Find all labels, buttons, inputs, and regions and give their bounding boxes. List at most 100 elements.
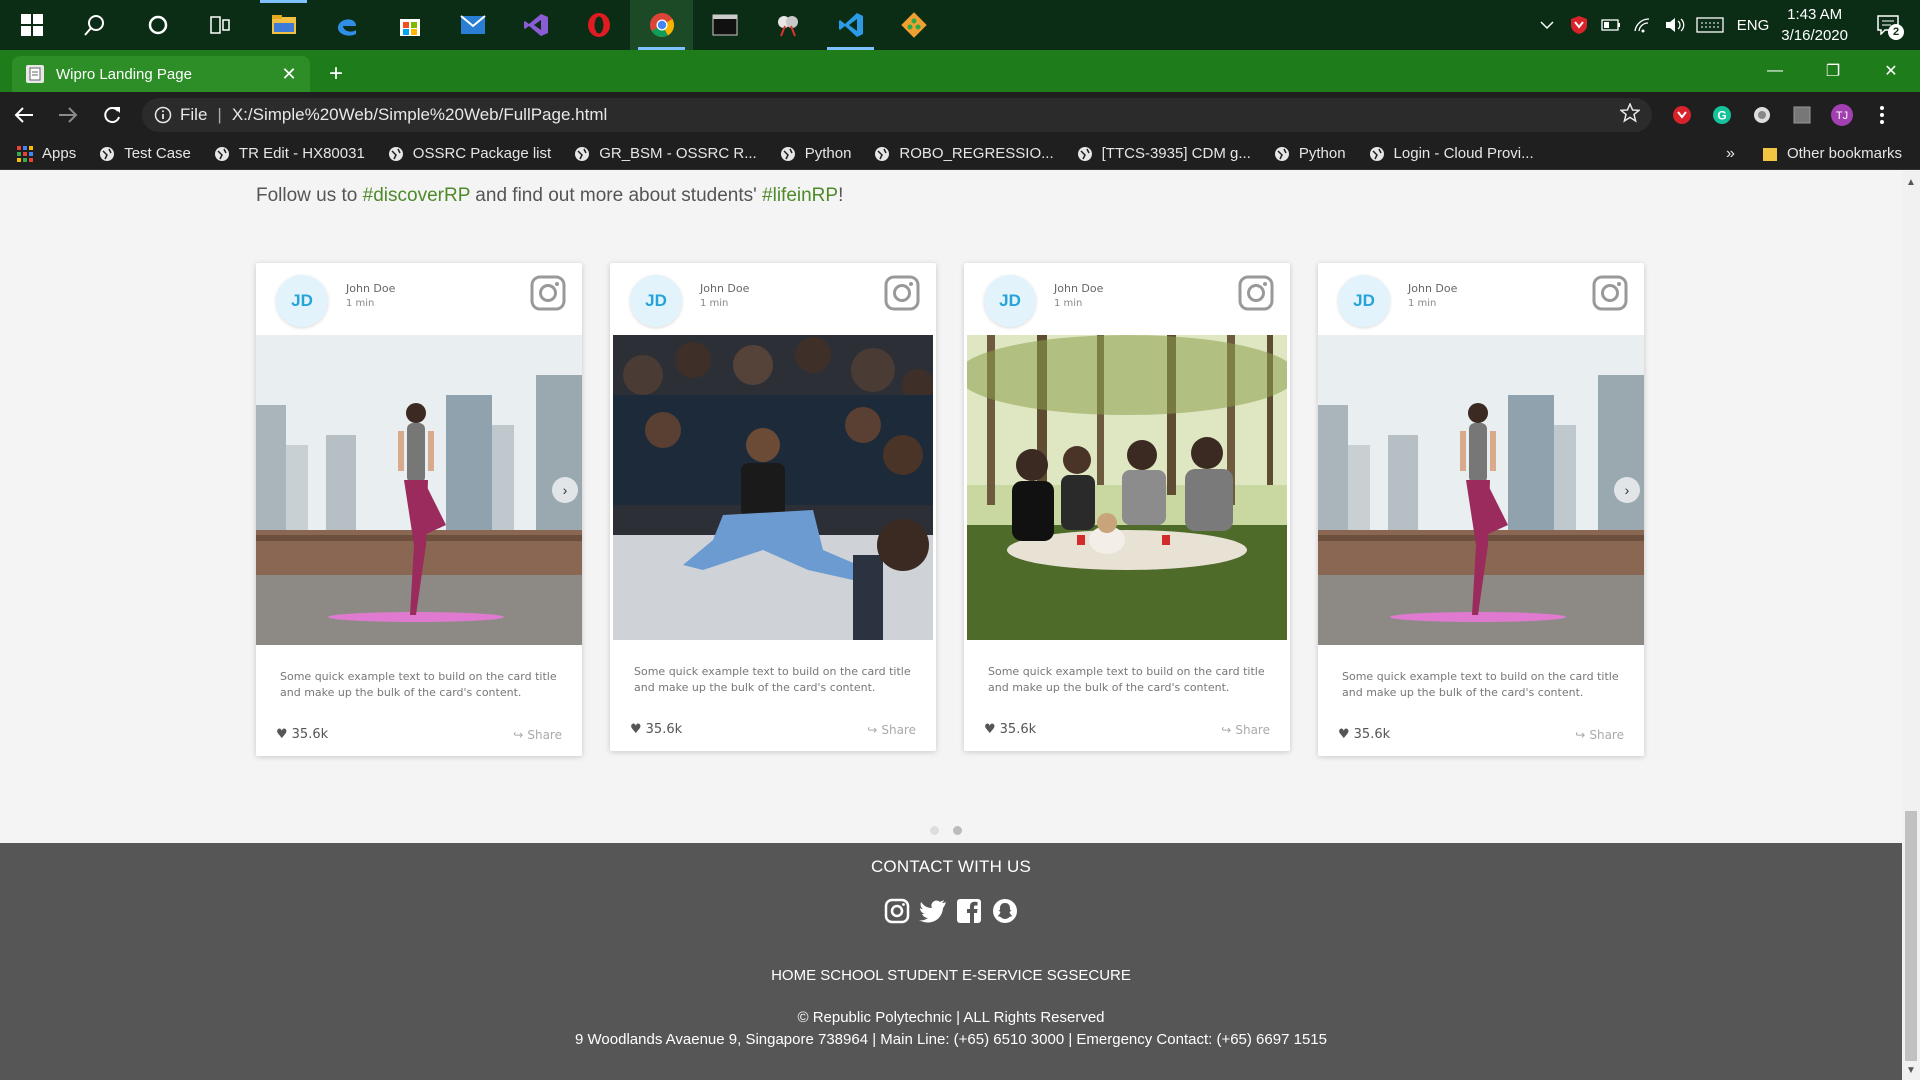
snipping-tool-icon[interactable] xyxy=(756,0,819,50)
bookmark-item[interactable]: Test Case xyxy=(98,145,191,163)
chevron-right-icon[interactable]: › xyxy=(552,477,578,503)
language-indicator[interactable]: ENG xyxy=(1737,17,1770,34)
instagram-icon[interactable] xyxy=(883,897,911,925)
scrollbar-thumb[interactable] xyxy=(1905,811,1917,1061)
reload-icon[interactable] xyxy=(92,95,132,135)
bookmark-item[interactable]: GR_BSM - OSSRC R... xyxy=(573,145,757,163)
scroll-down-arrow-icon[interactable]: ▼ xyxy=(1906,1065,1916,1076)
instagram-icon[interactable] xyxy=(1238,275,1274,316)
avatar[interactable]: JD xyxy=(630,275,682,327)
share-button[interactable]: ↪ Share xyxy=(1575,728,1624,742)
task-view-icon[interactable] xyxy=(189,0,252,50)
follow-prefix: Follow us to xyxy=(256,185,363,206)
close-tab-icon[interactable]: ✕ xyxy=(278,63,300,85)
windows-start-icon[interactable] xyxy=(0,0,63,50)
bookmark-item[interactable]: Python xyxy=(1273,145,1346,163)
forward-arrow-icon[interactable] xyxy=(48,95,88,135)
likes-count[interactable]: ♥ 35.6k xyxy=(984,722,1036,737)
store-icon[interactable] xyxy=(378,0,441,50)
address-bar[interactable]: File | X:/Simple%20Web/Simple%20Web/Full… xyxy=(142,98,1652,132)
bookmark-apps[interactable]: Apps xyxy=(16,145,76,163)
info-icon[interactable] xyxy=(154,106,172,124)
bookmark-item[interactable]: Login - Cloud Provi... xyxy=(1368,145,1534,163)
chevron-up-icon[interactable] xyxy=(1534,0,1560,50)
facebook-icon[interactable] xyxy=(955,897,983,925)
restore-icon[interactable]: ❐ xyxy=(1804,50,1862,92)
likes-value: 35.6k xyxy=(1353,727,1391,742)
other-bookmarks-folder[interactable]: Other bookmarks xyxy=(1761,145,1902,163)
instagram-icon[interactable] xyxy=(884,275,920,316)
likes-count[interactable]: ♥ 35.6k xyxy=(630,722,682,737)
mcafee-shield-icon[interactable] xyxy=(1566,0,1592,50)
chrome-icon[interactable] xyxy=(630,0,693,50)
notification-center-icon[interactable]: 2 xyxy=(1868,0,1908,50)
page-scrollbar[interactable]: ▲ ▼ xyxy=(1902,171,1920,1080)
close-window-icon[interactable]: ✕ xyxy=(1862,50,1920,92)
new-tab-button[interactable]: + xyxy=(318,56,354,92)
footer-title: CONTACT WITH US xyxy=(870,857,1032,876)
instagram-post-card: JD John Doe 1 min xyxy=(964,263,1290,751)
instagram-icon[interactable] xyxy=(1592,275,1628,316)
wifi-icon[interactable] xyxy=(1630,0,1656,50)
post-image-yoga[interactable]: › xyxy=(256,335,582,645)
mcafee-extension-icon[interactable] xyxy=(1666,99,1698,131)
author-name[interactable]: John Doe xyxy=(1408,282,1457,295)
tab-wipro-landing-page[interactable]: Wipro Landing Page ✕ xyxy=(12,56,310,92)
share-button[interactable]: ↪ Share xyxy=(513,728,562,742)
card-footer: ♥ 35.6k ↪ Share xyxy=(964,696,1290,751)
bookmarks-overflow-button[interactable]: » xyxy=(1726,145,1735,163)
bookmark-star-icon[interactable] xyxy=(1619,101,1641,128)
opera-icon[interactable] xyxy=(567,0,630,50)
git-client-icon[interactable] xyxy=(882,0,945,50)
share-button[interactable]: ↪ Share xyxy=(867,723,916,737)
minimize-icon[interactable]: — xyxy=(1746,50,1804,92)
system-clock[interactable]: 1:43 AM 3/16/2020 xyxy=(1781,4,1848,46)
url-text[interactable]: X:/Simple%20Web/Simple%20Web/FullPage.ht… xyxy=(232,105,1620,125)
bookmark-item[interactable]: Python xyxy=(779,145,851,163)
bookmark-item[interactable]: [TTCS-3935] CDM g... xyxy=(1076,145,1251,163)
extension-square-icon[interactable] xyxy=(1786,99,1818,131)
instagram-icon[interactable] xyxy=(530,275,566,316)
bookmark-item[interactable]: OSSRC Package list xyxy=(387,145,551,163)
snapchat-icon[interactable] xyxy=(991,897,1019,925)
visual-studio-icon[interactable] xyxy=(504,0,567,50)
profile-avatar-icon[interactable]: TJ xyxy=(1826,99,1858,131)
keyboard-icon[interactable] xyxy=(1694,0,1726,50)
bookmark-item[interactable]: TR Edit - HX80031 xyxy=(213,145,365,163)
battery-icon[interactable] xyxy=(1598,0,1624,50)
post-image-picnic[interactable] xyxy=(964,335,1290,640)
volume-icon[interactable] xyxy=(1662,0,1688,50)
cortana-icon[interactable] xyxy=(126,0,189,50)
likes-count[interactable]: ♥ 35.6k xyxy=(276,727,328,742)
avatar[interactable]: JD xyxy=(276,275,328,327)
post-image-yoga[interactable]: › xyxy=(1318,335,1644,645)
hashtag-discoverrp[interactable]: #discoverRP xyxy=(363,185,470,206)
bookmark-item[interactable]: ROBO_REGRESSIO... xyxy=(873,145,1054,163)
search-icon[interactable] xyxy=(63,0,126,50)
post-image-dance[interactable] xyxy=(610,335,936,640)
clock-date: 3/16/2020 xyxy=(1781,27,1848,44)
record-extension-icon[interactable] xyxy=(1746,99,1778,131)
author-name[interactable]: John Doe xyxy=(1054,282,1103,295)
avatar[interactable]: JD xyxy=(1338,275,1390,327)
twitter-icon[interactable] xyxy=(919,897,947,925)
more-menu-icon[interactable] xyxy=(1866,99,1898,131)
file-explorer-icon[interactable] xyxy=(252,0,315,50)
chevron-right-icon[interactable]: › xyxy=(1614,477,1640,503)
terminal-icon[interactable] xyxy=(693,0,756,50)
grammarly-icon[interactable]: G xyxy=(1706,99,1738,131)
edge-icon[interactable] xyxy=(315,0,378,50)
hashtag-lifeinrp[interactable]: #lifeinRP xyxy=(762,185,838,206)
carousel-dot-active[interactable] xyxy=(953,826,962,835)
carousel-dot[interactable] xyxy=(930,826,939,835)
back-arrow-icon[interactable] xyxy=(4,95,44,135)
footer-nav-links[interactable]: HOME SCHOOL STUDENT E-SERVICE SGSECURE xyxy=(0,967,1902,984)
mail-icon[interactable] xyxy=(441,0,504,50)
author-name[interactable]: John Doe xyxy=(700,282,749,295)
scroll-up-arrow-icon[interactable]: ▲ xyxy=(1906,177,1916,188)
likes-count[interactable]: ♥ 35.6k xyxy=(1338,727,1390,742)
vscode-icon[interactable] xyxy=(819,0,882,50)
avatar[interactable]: JD xyxy=(984,275,1036,327)
author-name[interactable]: John Doe xyxy=(346,282,395,295)
share-button[interactable]: ↪ Share xyxy=(1221,723,1270,737)
